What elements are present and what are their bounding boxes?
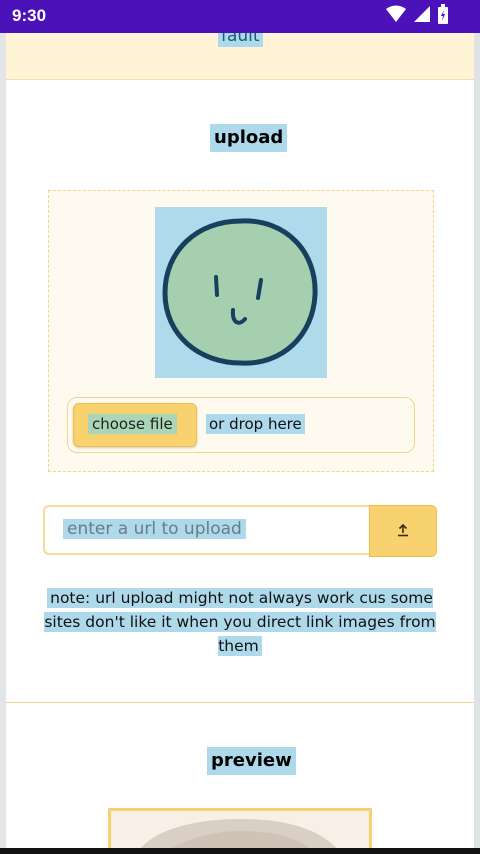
avatar-preview-image: [155, 207, 327, 378]
drop-hint: or drop here: [206, 414, 305, 434]
url-upload-button[interactable]: [369, 505, 437, 557]
status-bar: 9:30: [0, 0, 480, 33]
choose-file-button[interactable]: choose file: [73, 403, 197, 447]
battery-charging-icon: [438, 4, 448, 28]
url-upload-note-text: note: url upload might not always work c…: [44, 588, 436, 656]
page-content[interactable]: fault upload choose file or drop here en…: [6, 33, 474, 848]
status-icons: [386, 4, 448, 28]
upload-arrow-icon: [397, 522, 409, 541]
file-picker-row: choose file or drop here: [67, 397, 415, 453]
preview-heading: preview: [207, 747, 296, 775]
navigation-bar: [0, 848, 480, 854]
status-time: 9:30: [12, 6, 47, 25]
preview-image-frame: [108, 808, 372, 848]
section-divider: [6, 702, 474, 703]
upload-dropzone[interactable]: choose file or drop here: [48, 190, 434, 472]
url-input-placeholder: enter a url to upload: [63, 519, 246, 539]
url-input[interactable]: enter a url to upload: [43, 505, 369, 555]
preview-image: [140, 819, 337, 848]
wifi-icon: [386, 5, 406, 27]
upload-heading: upload: [210, 124, 288, 152]
choose-file-label: choose file: [88, 414, 177, 434]
cellular-signal-icon: [414, 5, 430, 27]
previous-card: fault: [6, 33, 474, 80]
page-gutter-right: [474, 33, 480, 848]
previous-card-label: fault: [218, 33, 263, 47]
url-upload-note: note: url upload might not always work c…: [40, 586, 440, 658]
url-upload-row: enter a url to upload: [43, 505, 439, 557]
